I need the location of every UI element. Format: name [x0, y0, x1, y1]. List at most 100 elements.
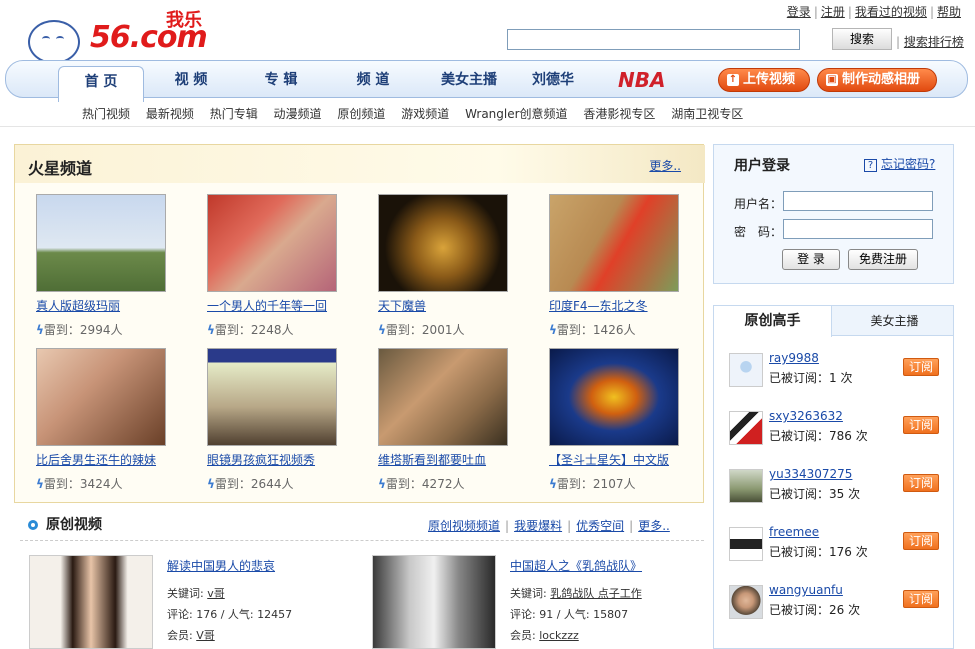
- avatar[interactable]: [729, 411, 763, 445]
- video-title[interactable]: 比后舍男生还牛的辣妹: [36, 451, 176, 468]
- make-album-button[interactable]: ▣ 制作动感相册: [817, 68, 937, 92]
- expert-name[interactable]: sxy3263632: [769, 409, 843, 423]
- subnav-hunan-tv[interactable]: 湖南卫视专区: [671, 107, 743, 121]
- expert-name[interactable]: freemee: [769, 525, 819, 539]
- subnav-hot-album[interactable]: 热门专辑: [210, 107, 258, 121]
- video-thumbnail[interactable]: [29, 555, 153, 649]
- keywords-label: 关键词:: [167, 587, 204, 600]
- video-title[interactable]: 【圣斗士星矢】中文版: [549, 451, 689, 468]
- avatar[interactable]: [729, 353, 763, 387]
- video-title[interactable]: 眼镜男孩疯狂视频秀: [207, 451, 347, 468]
- password-field[interactable]: [783, 219, 933, 239]
- avatar[interactable]: [729, 585, 763, 619]
- video-thumbnail[interactable]: [378, 194, 508, 292]
- video-card[interactable]: 印度F4—东北之冬 ϟ雷到：1426人: [549, 194, 689, 338]
- video-title[interactable]: 一个男人的千年等一回: [207, 297, 347, 314]
- expert-name[interactable]: wangyuanfu: [769, 583, 843, 597]
- excellent-space-link[interactable]: 优秀空间: [576, 519, 624, 533]
- original-more-link[interactable]: 更多..: [638, 519, 670, 533]
- history-link[interactable]: 我看过的视频: [855, 5, 927, 19]
- subnav-original[interactable]: 原创频道: [337, 107, 385, 121]
- video-title[interactable]: 中国超人之《乳鸽战队》: [510, 559, 642, 573]
- video-thumbnail[interactable]: [36, 348, 166, 446]
- site-logo[interactable]: 56.com 我乐: [28, 6, 228, 64]
- subnav-new-video[interactable]: 最新视频: [146, 107, 194, 121]
- video-card[interactable]: 真人版超级玛丽 ϟ雷到：2994人: [36, 194, 176, 338]
- video-title[interactable]: 印度F4—东北之冬: [549, 297, 689, 314]
- subscribe-button[interactable]: 订阅: [903, 416, 939, 434]
- tab-home[interactable]: 首 页: [58, 66, 144, 102]
- video-thumbnail[interactable]: [549, 348, 679, 446]
- tab-album[interactable]: 专 辑: [246, 61, 316, 99]
- video-thumbnail[interactable]: [207, 194, 337, 292]
- subscribe-button[interactable]: 订阅: [903, 532, 939, 550]
- search-rank-link[interactable]: 搜索排行榜: [904, 35, 964, 49]
- register-link[interactable]: 注册: [821, 5, 845, 19]
- logo-chinese: 我乐: [166, 10, 202, 31]
- subnav-wrangler[interactable]: Wrangler创意频道: [465, 107, 568, 121]
- login-link[interactable]: 登录: [787, 5, 811, 19]
- video-card[interactable]: 一个男人的千年等一回 ϟ雷到：2248人: [207, 194, 347, 338]
- subscribe-button[interactable]: 订阅: [903, 590, 939, 608]
- login-button[interactable]: 登 录: [782, 249, 840, 270]
- expert-subscriptions: 已被订阅：786 次: [769, 429, 868, 443]
- search-button[interactable]: 搜索: [832, 28, 892, 50]
- video-stat: ϟ雷到：2001人: [378, 321, 518, 338]
- tab-video[interactable]: 视 频: [156, 61, 226, 99]
- video-card[interactable]: 维塔斯看到都要吐血 ϟ雷到：4272人: [378, 348, 518, 492]
- mars-more-link[interactable]: 更多..: [649, 157, 681, 174]
- tab-beauty-host[interactable]: 美女主播: [424, 61, 514, 99]
- expert-item: freemee 已被订阅：176 次 订阅: [729, 525, 949, 565]
- subnav-anime[interactable]: 动漫频道: [274, 107, 322, 121]
- experts-panel: 原创高手 美女主播 ray9988 已被订阅：1 次 订阅 sxy3263632…: [713, 305, 954, 649]
- original-video-links: 原创视频频道 | 我要爆料 | 优秀空间 | 更多..: [428, 519, 670, 533]
- avatar[interactable]: [729, 527, 763, 561]
- keyword-link[interactable]: 乳鸽战队 点子工作: [550, 587, 642, 600]
- video-thumbnail[interactable]: [207, 348, 337, 446]
- video-title[interactable]: 维塔斯看到都要吐血: [378, 451, 518, 468]
- subnav-hot-video[interactable]: 热门视频: [82, 107, 130, 121]
- original-channel-link[interactable]: 原创视频频道: [428, 519, 500, 533]
- video-title[interactable]: 天下魔兽: [378, 297, 518, 314]
- forgot-password-link[interactable]: ? 忘记密码?: [864, 155, 935, 172]
- video-thumbnail[interactable]: [36, 194, 166, 292]
- video-stat-text: 雷到：4272人: [385, 477, 465, 491]
- video-card[interactable]: 天下魔兽 ϟ雷到：2001人: [378, 194, 518, 338]
- subscribe-button[interactable]: 订阅: [903, 358, 939, 376]
- tab-beauty-hosts[interactable]: 美女主播: [836, 306, 953, 336]
- password-label: 密 码：: [734, 225, 783, 239]
- tab-original-experts[interactable]: 原创高手: [714, 306, 832, 337]
- video-card[interactable]: 眼镜男孩疯狂视频秀 ϟ雷到：2644人: [207, 348, 347, 492]
- avatar[interactable]: [729, 469, 763, 503]
- video-thumbnail[interactable]: [372, 555, 496, 649]
- video-card[interactable]: 【圣斗士星矢】中文版 ϟ雷到：2107人: [549, 348, 689, 492]
- report-news-link[interactable]: 我要爆料: [514, 519, 562, 533]
- top-links: 登录 | 注册 | 我看过的视频 | 帮助: [786, 5, 961, 19]
- search-input[interactable]: [507, 29, 800, 50]
- subnav-game[interactable]: 游戏频道: [401, 107, 449, 121]
- expert-item: ray9988 已被订阅：1 次 订阅: [729, 351, 949, 391]
- subnav-hk-film[interactable]: 香港影视专区: [583, 107, 655, 121]
- username-field[interactable]: [783, 191, 933, 211]
- expert-subscriptions: 已被订阅：176 次: [769, 545, 868, 559]
- divider: [20, 540, 704, 541]
- tab-channel[interactable]: 频 道: [338, 61, 408, 99]
- member-link[interactable]: V哥: [196, 629, 215, 642]
- upload-label: 上传视频: [743, 72, 796, 87]
- nba-logo[interactable]: NBA: [618, 69, 668, 91]
- video-title[interactable]: 真人版超级玛丽: [36, 297, 176, 314]
- keyword-link[interactable]: v哥: [207, 587, 225, 600]
- video-card[interactable]: 比后舍男生还牛的辣妹 ϟ雷到：3424人: [36, 348, 176, 492]
- video-title[interactable]: 解读中国男人的悲哀: [167, 559, 275, 573]
- member-link[interactable]: lockzzz: [539, 629, 579, 642]
- upload-button[interactable]: ↑ 上传视频: [718, 68, 810, 92]
- expert-name[interactable]: ray9988: [769, 351, 819, 365]
- original-video-header: 原创视频: [28, 514, 102, 534]
- register-button[interactable]: 免费注册: [848, 249, 918, 270]
- subscribe-button[interactable]: 订阅: [903, 474, 939, 492]
- video-thumbnail[interactable]: [549, 194, 679, 292]
- tab-andy-lau[interactable]: 刘德华: [518, 61, 588, 99]
- expert-name[interactable]: yu334307275: [769, 467, 852, 481]
- help-link[interactable]: 帮助: [937, 5, 961, 19]
- video-thumbnail[interactable]: [378, 348, 508, 446]
